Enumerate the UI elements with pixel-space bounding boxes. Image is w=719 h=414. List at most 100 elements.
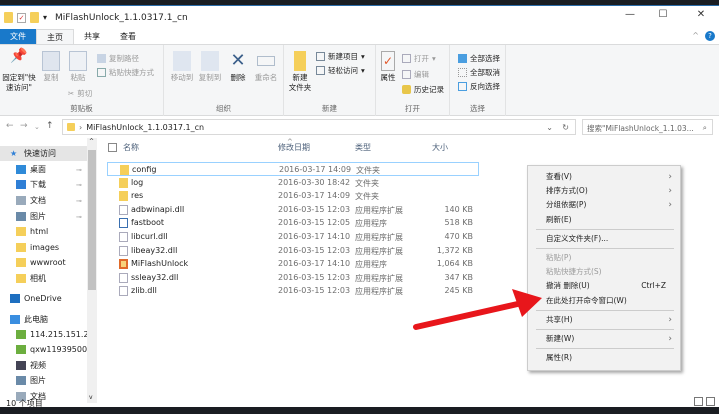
open-button[interactable]: 打开 ▾ [402, 53, 436, 64]
context-menu-item[interactable]: 查看(V) › [528, 170, 680, 184]
address-input[interactable]: › MiFlashUnlock_1.1.0317.1_cn ⌄ ↻ [62, 119, 576, 135]
sidebar-item[interactable]: 下载 ⊸ [0, 177, 87, 192]
context-menu-item[interactable]: 属性(R) [528, 351, 680, 365]
file-row[interactable]: ssleay32.dll 2016-03-15 12:03 应用程序扩展 347 KB [107, 271, 479, 285]
context-menu-item[interactable]: 自定义文件夹(F)... [528, 232, 680, 246]
tab-share[interactable]: 共享 [74, 29, 110, 44]
column-header-date[interactable]: 修改日期 [278, 142, 310, 156]
edit-button[interactable]: 编辑 [402, 69, 429, 80]
sidebar-item[interactable]: 桌面 ⊸ [0, 162, 87, 177]
pin-quick-access-button[interactable]: 📌 固定到"快 速访问" [2, 49, 36, 93]
delete-button[interactable]: ✕ 删除 [228, 51, 248, 83]
context-menu-item[interactable]: 在此处打开命令窗口(W) [528, 294, 680, 308]
sidebar-item[interactable]: 文档 ⊸ [0, 193, 87, 208]
select-all-checkbox[interactable] [108, 143, 117, 152]
back-button[interactable]: ← [6, 121, 14, 131]
column-header-name[interactable]: 名称 [123, 142, 139, 156]
new-group: 新建 文件夹 新建项目 ▾ 轻松访问 ▾ 新建 [284, 45, 376, 116]
recent-locations-button[interactable]: ⌄ [34, 123, 40, 131]
tab-file[interactable]: 文件 [0, 29, 36, 44]
column-header-size[interactable]: 大小 [432, 142, 448, 156]
sidebar-item[interactable]: 114.215.151.22 [0, 327, 87, 342]
scroll-up-icon[interactable]: ^ [89, 138, 94, 145]
select-all-button[interactable]: 全部选择 [458, 53, 500, 64]
new-item-button[interactable]: 新建项目 ▾ [316, 51, 365, 62]
sidebar-item[interactable]: 视频 [0, 358, 87, 373]
up-button[interactable]: ↑ [46, 121, 54, 131]
search-icon: ⌕ [702, 123, 707, 132]
file-row[interactable]: fastboot 2016-03-15 12:05 应用程序 518 KB [107, 216, 479, 230]
context-menu-item[interactable]: 刷新(E) [528, 213, 680, 227]
large-icons-view-icon[interactable] [706, 397, 715, 406]
sidebar-item[interactable]: 相机 [0, 271, 87, 286]
copy-path-button[interactable]: 复制路径 [97, 53, 139, 64]
file-date: 2016-03-15 12:03 [278, 204, 351, 214]
maximize-button[interactable]: ☐ [648, 9, 678, 26]
file-row[interactable]: libeay32.dll 2016-03-15 12:03 应用程序扩展 1,372 … [107, 244, 479, 258]
computer-icon [10, 315, 20, 324]
video-icon [16, 361, 26, 370]
invert-selection-button[interactable]: 反向选择 [458, 81, 500, 92]
move-to-button[interactable]: 移动到 [168, 51, 196, 83]
sidebar-item[interactable]: images [0, 240, 87, 255]
context-menu-item[interactable]: 排序方式(O) › [528, 184, 680, 198]
rename-button[interactable]: 重命名 [252, 51, 280, 83]
file-row[interactable]: res 2016-03-17 14:09 文件夹 [107, 189, 479, 203]
file-size: 347 KB [444, 272, 473, 282]
context-menu-item[interactable]: 撤消 删除(U) Ctrl+Z [528, 279, 680, 293]
details-view-icon[interactable] [694, 397, 703, 406]
address-dropdown-icon[interactable]: ⌄ [546, 123, 553, 132]
context-menu-item[interactable]: 分组依据(P) › [528, 198, 680, 212]
sidebar-item[interactable]: qxw119395006 [0, 342, 87, 357]
sidebar-item-label: 此电脑 [24, 315, 48, 324]
scrollbar-thumb[interactable] [88, 150, 96, 290]
chevron-right-icon: › [668, 314, 672, 325]
sidebar-scrollbar[interactable]: ^ v [87, 138, 97, 403]
help-icon[interactable]: ? [705, 31, 715, 41]
history-button[interactable]: 历史记录 [402, 84, 444, 95]
file-row[interactable]: libcurl.dll 2016-03-17 14:10 应用程序扩展 470 KB [107, 230, 479, 244]
file-row[interactable]: log 2016-03-30 18:42 文件夹 [107, 176, 479, 190]
collapse-ribbon-button[interactable]: ^ [692, 31, 699, 40]
scroll-down-icon[interactable]: v [89, 394, 93, 401]
file-name: fastboot [131, 218, 165, 228]
properties-quick-icon[interactable]: ✓ [17, 12, 26, 23]
close-button[interactable]: ✕ [686, 9, 716, 26]
sidebar-item[interactable]: wwwroot [0, 255, 87, 270]
navigation-pane: ^ v ★ 快速访问 桌面 ⊸ 下载 ⊸ 文档 ⊸ 图片 ⊸ html images wwwroot 相机… [0, 138, 97, 403]
easy-access-button[interactable]: 轻松访问 ▾ [316, 65, 365, 76]
paste-shortcut-button[interactable]: 粘贴快捷方式 [97, 67, 154, 78]
refresh-icon[interactable]: ↻ [562, 123, 569, 132]
tab-home[interactable]: 主页 [36, 29, 74, 44]
file-row[interactable]: adbwinapi.dll 2016-03-15 12:03 应用程序扩展 140 K… [107, 203, 479, 217]
column-header-type[interactable]: 类型 [355, 142, 371, 156]
breadcrumb[interactable]: MiFlashUnlock_1.1.0317.1_cn [86, 123, 204, 132]
new-folder-button[interactable]: 新建 文件夹 [288, 51, 312, 93]
sidebar-item[interactable]: 此电脑 [0, 312, 87, 327]
paste-button[interactable]: 粘贴 [68, 51, 88, 83]
copy-button[interactable]: 复制 [40, 51, 62, 83]
customize-toolbar-icon[interactable]: ▾ [43, 13, 47, 22]
search-input[interactable]: 搜索"MiFlashUnlock_1.1.03... ⌕ [582, 119, 713, 135]
sidebar-item[interactable]: 图片 ⊸ [0, 209, 87, 224]
tab-view[interactable]: 查看 [110, 29, 146, 44]
dll-file-icon [119, 245, 128, 256]
minimize-button[interactable]: — [615, 9, 645, 26]
sidebar-item[interactable]: ★ 快速访问 [0, 146, 87, 161]
context-menu-item[interactable]: 新建(W) › [528, 332, 680, 346]
app-icon [119, 259, 128, 270]
properties-button[interactable]: ✓ 属性 [378, 51, 398, 83]
file-row[interactable]: MiFlashUnlock 2016-03-17 14:10 应用程序 1,064 K… [107, 257, 479, 271]
file-row[interactable]: config 2016-03-17 14:09 文件夹 [107, 162, 479, 176]
forward-button[interactable]: → [20, 121, 28, 131]
file-type: 应用程序扩展 [355, 205, 403, 215]
context-menu-item[interactable]: 共享(H) › [528, 313, 680, 327]
sidebar-item[interactable]: OneDrive [0, 291, 87, 306]
cut-button[interactable]: ✂ 剪切 [68, 88, 92, 99]
sidebar-item[interactable]: html [0, 224, 87, 239]
file-name: ssleay32.dll [131, 272, 179, 282]
copy-to-button[interactable]: 复制到 [196, 51, 224, 83]
select-none-button[interactable]: 全部取消 [458, 67, 500, 78]
sidebar-item[interactable]: 图片 [0, 373, 87, 388]
new-folder-quick-icon[interactable] [30, 12, 39, 23]
